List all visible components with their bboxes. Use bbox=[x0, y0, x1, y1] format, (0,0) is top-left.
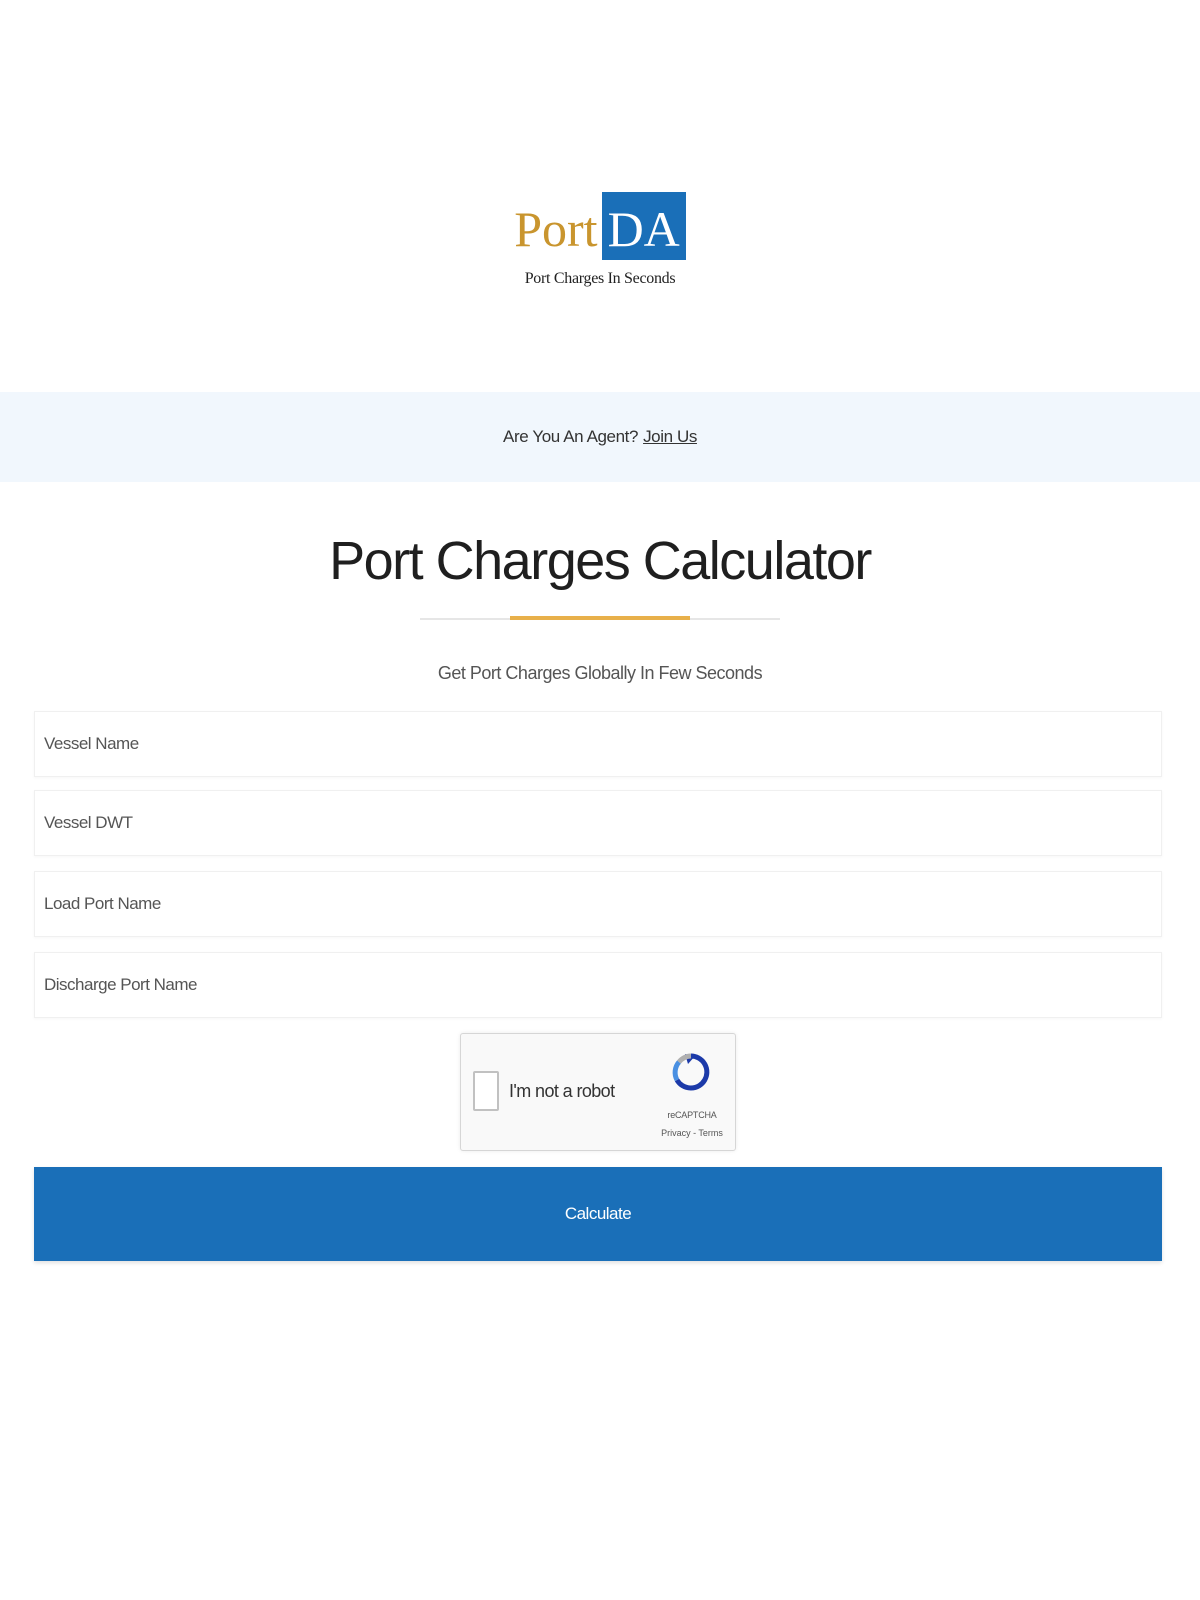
page-subtitle: Get Port Charges Globally In Few Seconds bbox=[437, 663, 763, 683]
recaptcha-label: I'm not a robot bbox=[509, 1081, 615, 1101]
discharge-port-field-wrapper bbox=[34, 952, 1162, 1018]
logo-tagline: Port Charges In Seconds bbox=[524, 270, 676, 287]
page-title: Port Charges Calculator bbox=[329, 531, 872, 591]
join-us-link[interactable]: Join Us bbox=[643, 427, 697, 447]
logo-mark: Port DA bbox=[514, 190, 686, 260]
recaptcha-widget: I'm not a robot reCAPTCHA Privacy - Term… bbox=[460, 1033, 736, 1151]
recaptcha-brand: reCAPTCHA bbox=[667, 1110, 717, 1120]
agent-question: Are You An Agent? bbox=[503, 427, 639, 446]
recaptcha-icon bbox=[672, 1053, 710, 1091]
load-port-field-wrapper bbox=[34, 871, 1162, 937]
discharge-port-input[interactable] bbox=[35, 953, 1161, 1017]
recaptcha-privacy-terms-links[interactable]: Privacy - Terms bbox=[656, 1128, 728, 1138]
calculate-button[interactable]: Calculate bbox=[34, 1167, 1162, 1261]
vessel-name-input[interactable] bbox=[35, 712, 1161, 776]
load-port-input[interactable] bbox=[35, 872, 1161, 936]
vessel-dwt-field-wrapper bbox=[34, 790, 1162, 856]
logo-da-text: DA bbox=[601, 192, 686, 260]
logo-port-text: Port bbox=[514, 201, 598, 257]
agent-banner: Are You An Agent? Join Us bbox=[0, 392, 1200, 482]
vessel-name-field-wrapper bbox=[34, 711, 1162, 777]
vessel-dwt-input[interactable] bbox=[35, 791, 1161, 855]
title-divider-accent bbox=[510, 616, 690, 620]
site-logo[interactable]: Port DA Port Charges In Seconds bbox=[0, 190, 1200, 288]
recaptcha-checkbox[interactable] bbox=[473, 1071, 499, 1111]
